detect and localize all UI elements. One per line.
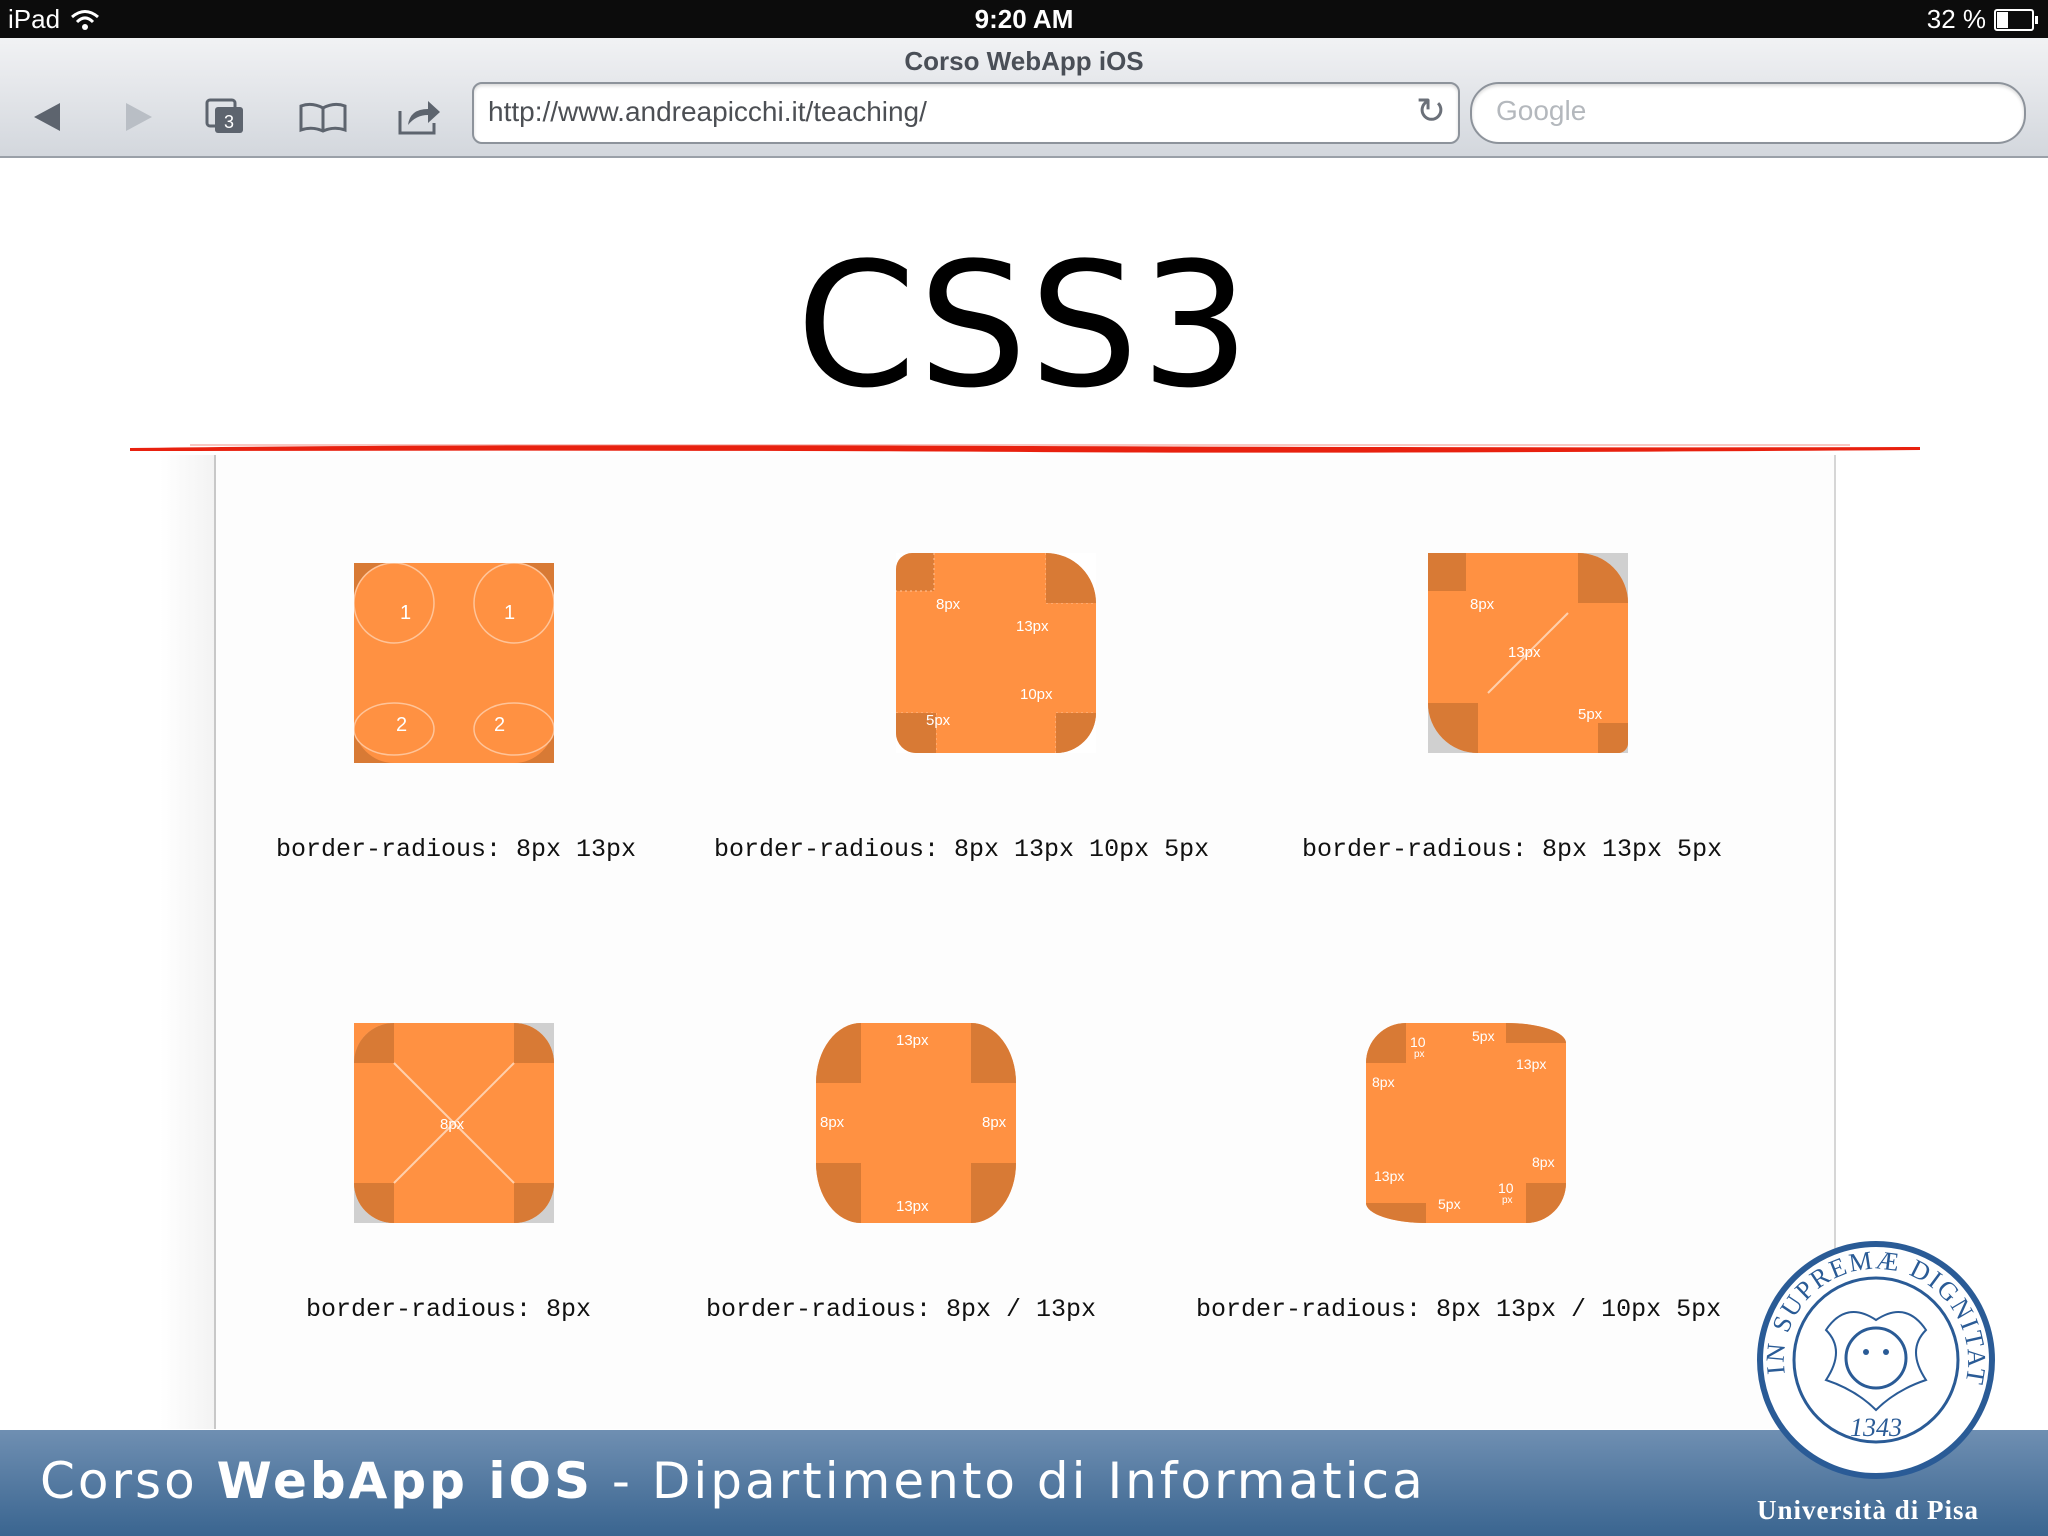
radius-label: 10 [1498, 1180, 1514, 1196]
radius-label: 5px [1472, 1028, 1495, 1044]
university-name: Università di Pisa [1756, 1495, 1979, 1525]
radius-label: 1 [504, 602, 515, 624]
tabs-icon: 3 [205, 98, 243, 133]
browser-toolbar: Corso WebApp iOS 3 http://www.andreapicc… [0, 38, 2048, 158]
search-input[interactable] [1494, 94, 1998, 128]
slide-title: CSS3 [796, 225, 1252, 426]
radius-label: 8px [820, 1114, 845, 1131]
radius-label: 10px [1020, 686, 1053, 703]
radius-label: 8px [1372, 1074, 1395, 1090]
tabs-button[interactable]: 3 [198, 90, 252, 144]
radius-label: 5px [926, 712, 951, 729]
bookmarks-button[interactable] [296, 90, 350, 144]
forward-arrow-icon [126, 103, 152, 131]
radius-label: 2 [494, 714, 505, 736]
battery-icon [1994, 8, 2038, 31]
radius-label: 10 [1410, 1034, 1426, 1050]
book-icon [299, 102, 347, 133]
university-seal-logo: IN SUPREMÆ DIGNITATIS 1343 [1756, 1240, 1995, 1479]
footer-bold: WebApp iOS [216, 1452, 594, 1510]
example-caption-3: border-radious: 8px 13px 5px [1302, 835, 1723, 864]
back-button[interactable] [20, 90, 74, 144]
radius-label: 1 [400, 602, 411, 624]
radius-label: 2 [396, 714, 407, 736]
radius-label: 8px [440, 1116, 465, 1133]
example-caption-2: border-radious: 8px 13px 10px 5px [714, 835, 1210, 864]
page-title: Corso WebApp iOS [904, 46, 1144, 76]
status-bar: iPad 9:20 AM 32 % [0, 0, 2048, 38]
footer-prefix: Corso [40, 1452, 217, 1510]
radius-label: 13px [896, 1198, 929, 1215]
example-box-3: 8px 13px 5px [1428, 553, 1628, 753]
status-time: 9:20 AM [974, 4, 1074, 34]
examples-panel: 1 1 2 2 border-radious: 8px 13px 8px 13p… [214, 455, 1836, 1429]
example-caption-1: border-radious: 8px 13px [276, 835, 637, 864]
example-box-5: 13px 8px 8px 13px [816, 1023, 1016, 1223]
address-bar[interactable]: http://www.andreapicchi.it/teaching/ ↻ [472, 82, 1460, 144]
example-caption-5: border-radious: 8px / 13px [706, 1295, 1097, 1324]
radius-label: 8px [982, 1114, 1007, 1131]
example-box-6: 10 px 5px 8px 13px 8px 13px 10 px 5px [1366, 1023, 1566, 1223]
search-bar[interactable] [1470, 82, 2026, 144]
share-button[interactable] [392, 90, 446, 144]
radius-label: px [1502, 1195, 1513, 1206]
share-icon [398, 101, 440, 135]
forward-button[interactable] [112, 90, 166, 144]
example-box-2: 8px 13px 10px 5px [896, 553, 1096, 753]
red-underline [130, 444, 1920, 453]
panel-shadow [160, 455, 214, 1429]
radius-label: px [1414, 1049, 1425, 1060]
radius-label: 5px [1578, 706, 1603, 723]
radius-label: 13px [1016, 618, 1049, 635]
radius-label: 13px [1516, 1056, 1546, 1072]
battery-percent: 32 % [1926, 4, 1986, 34]
radius-label: 8px [1470, 596, 1495, 613]
radius-label: 5px [1438, 1196, 1461, 1212]
radius-label: 13px [1508, 644, 1541, 661]
radius-label: 8px [936, 596, 961, 613]
example-caption-6: border-radious: 8px 13px / 10px 5px [1196, 1295, 1722, 1324]
radius-label: 13px [1374, 1168, 1404, 1184]
example-caption-4: border-radious: 8px [306, 1295, 592, 1324]
seal-year: 1343 [1850, 1413, 1902, 1442]
example-box-4: 8px [354, 1023, 554, 1223]
radius-label: 8px [1532, 1154, 1555, 1170]
radius-label: 13px [896, 1032, 929, 1049]
url-text: http://www.andreapicchi.it/teaching/ [488, 96, 927, 127]
tab-count: 3 [224, 112, 234, 132]
footer-text: Corso WebApp iOS - Dipartimento di Infor… [40, 1452, 1426, 1510]
back-arrow-icon [34, 103, 60, 131]
reload-icon[interactable]: ↻ [1416, 90, 1446, 132]
footer-suffix: - Dipartimento di Informatica [593, 1452, 1426, 1510]
example-box-1: 1 1 2 2 [354, 563, 554, 763]
status-right: 32 % [1926, 4, 2038, 35]
